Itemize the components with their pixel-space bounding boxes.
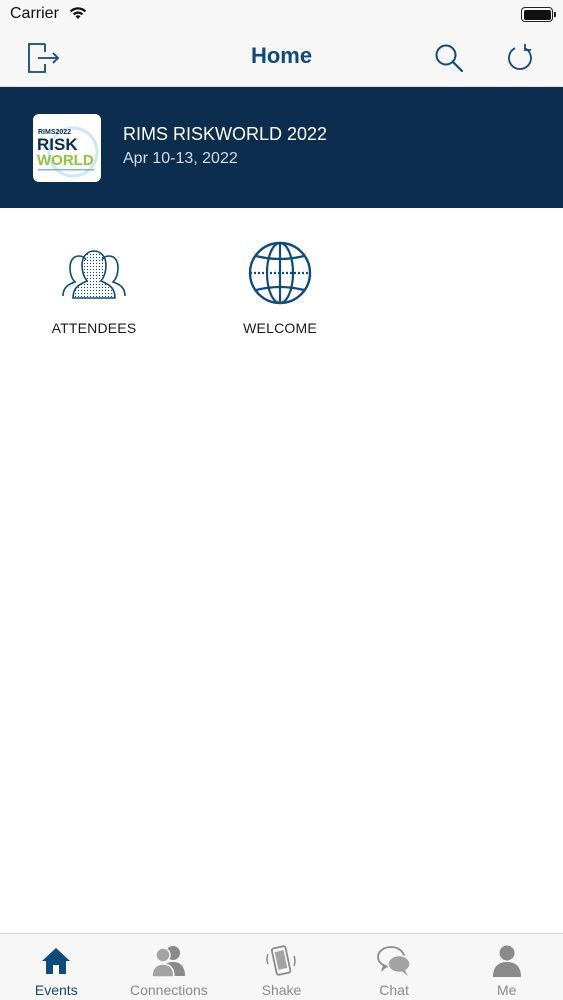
tile-attendees[interactable]: ATTENDEES (24, 238, 164, 348)
refresh-button[interactable] (502, 39, 540, 77)
wifi-icon (69, 7, 87, 19)
tab-chat-label: Chat (379, 982, 409, 998)
tab-events[interactable]: Events (0, 934, 113, 1000)
svg-text:WORLD: WORLD (37, 152, 94, 169)
event-dates: Apr 10-13, 2022 (123, 150, 238, 167)
connections-icon (151, 943, 187, 979)
tab-me[interactable]: Me (450, 934, 563, 1000)
globe-icon (248, 241, 312, 305)
tab-chat[interactable]: Chat (338, 934, 451, 1000)
carrier-label: Carrier (10, 5, 59, 22)
event-banner[interactable]: RIMS2022 RISK WORLD RIMS RISKWORLD 2022 … (0, 87, 563, 208)
search-button[interactable] (430, 39, 468, 77)
tab-me-label: Me (496, 982, 517, 998)
attendees-icon (62, 250, 126, 299)
chat-icon (376, 943, 412, 979)
battery-icon (521, 7, 556, 22)
event-title: RIMS RISKWORLD 2022 (123, 124, 328, 144)
event-logo: RIMS2022 RISK WORLD (33, 114, 101, 182)
tab-connections-label: Connections (129, 982, 208, 998)
refresh-icon (508, 44, 532, 70)
nav-bar: Home (0, 30, 563, 87)
tile-attendees-label: ATTENDEES (51, 320, 137, 336)
tab-shake-label: Shake (261, 982, 302, 998)
tile-welcome-label: WELCOME (243, 320, 317, 336)
tab-connections[interactable]: Connections (113, 934, 226, 1000)
home-icon (38, 943, 74, 979)
status-bar: Carrier (0, 0, 563, 30)
tile-welcome[interactable]: WELCOME (210, 238, 350, 348)
tab-shake[interactable]: Shake (225, 934, 338, 1000)
tab-events-label: Events (34, 982, 78, 998)
tab-bar: Events Connections Shake Chat Me (0, 933, 563, 1000)
shake-phone-icon (263, 943, 299, 979)
person-icon (489, 943, 525, 979)
page-title: Home (250, 43, 313, 68)
search-icon (435, 44, 464, 73)
